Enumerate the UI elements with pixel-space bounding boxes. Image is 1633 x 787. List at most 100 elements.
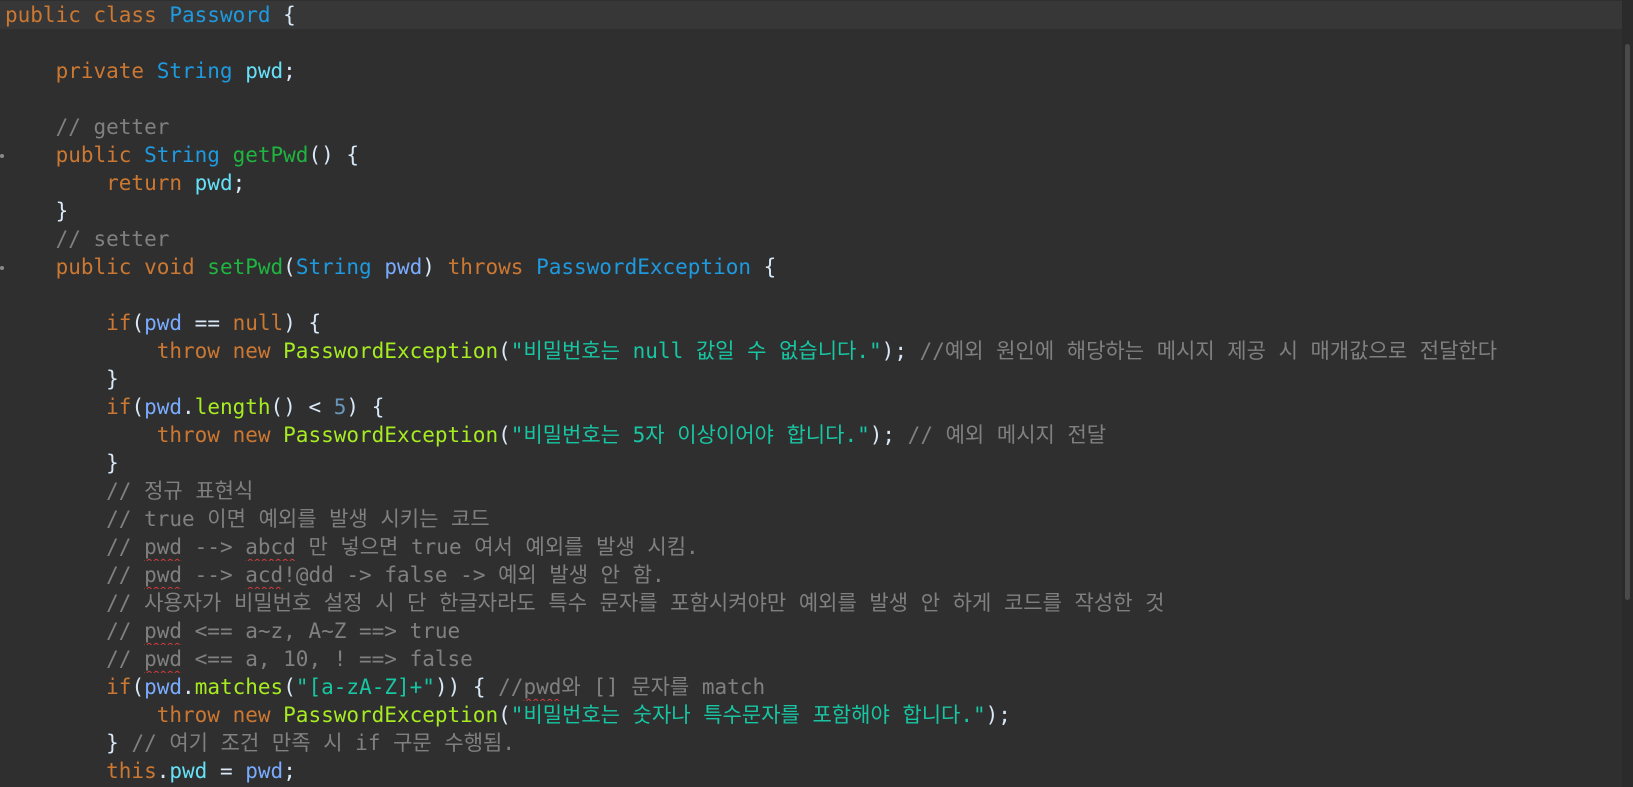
code-token: ): [422, 255, 448, 279]
code-token: 5: [333, 395, 347, 419]
code-token: "[a-zA-Z]+": [295, 675, 435, 699]
code-token: pwd: [144, 535, 183, 559]
code-area[interactable]: public class Password { private String p…: [0, 1, 1622, 785]
code-token: // setter: [5, 227, 170, 251]
code-token: <== a, 10, ! ==> false: [182, 647, 473, 671]
code-line[interactable]: // setter: [0, 225, 1622, 253]
code-token: () <: [270, 395, 334, 419]
code-token: throw new: [5, 703, 284, 727]
vertical-scrollbar[interactable]: [1622, 0, 1633, 787]
code-token: //: [5, 563, 145, 587]
code-line[interactable]: }: [0, 365, 1622, 393]
code-token: .: [182, 395, 195, 419]
code-token: if: [5, 311, 132, 335]
code-token: //: [5, 647, 145, 671]
code-line[interactable]: }: [0, 197, 1622, 225]
code-token: Password: [169, 3, 271, 27]
code-token: (: [131, 311, 145, 335]
code-token: "비밀번호는 숫자나 특수문자를 포함해야 합니다.": [510, 703, 986, 727]
code-token: pwd: [194, 171, 233, 195]
code-token: // 예외 메시지 전달: [907, 423, 1107, 447]
code-token: if: [5, 675, 132, 699]
code-token: //예외 원인에 해당하는 메시지 제공 시 매개값으로 전달한다: [919, 339, 1498, 363]
code-token: pwd: [245, 59, 284, 83]
code-token: "비밀번호는 null 값일 수 없습니다.": [510, 339, 882, 363]
code-token: (: [131, 675, 145, 699]
code-editor[interactable]: public class Password { private String p…: [0, 0, 1633, 787]
scrollbar-thumb[interactable]: [1625, 44, 1630, 600]
code-line[interactable]: [0, 29, 1622, 57]
code-line[interactable]: }: [0, 449, 1622, 477]
code-token: }: [5, 367, 119, 391]
code-line[interactable]: // 사용자가 비밀번호 설정 시 단 한글자라도 특수 문자를 포함시켜야만 …: [0, 589, 1622, 617]
code-token: (: [131, 395, 145, 419]
code-line[interactable]: this.pwd = pwd;: [0, 757, 1622, 785]
code-line[interactable]: // pwd --> abcd 만 넣으면 true 여서 예외를 발생 시킴.: [0, 533, 1622, 561]
code-token: ) {: [346, 395, 385, 419]
code-line[interactable]: public class Password {: [0, 1, 1622, 29]
code-line[interactable]: private String pwd;: [0, 57, 1622, 85]
code-token: // 정규 표현식: [5, 479, 254, 503]
code-token: private: [5, 59, 157, 83]
code-line[interactable]: if(pwd.length() < 5) {: [0, 393, 1622, 421]
code-line[interactable]: throw new PasswordException("비밀번호는 null …: [0, 337, 1622, 365]
code-token: setPwd: [207, 255, 284, 279]
code-line[interactable]: public void setPwd(String pwd) throws Pa…: [0, 253, 1622, 281]
code-line[interactable]: throw new PasswordException("비밀번호는 숫자나 특…: [0, 701, 1622, 729]
code-token: if: [5, 395, 132, 419]
code-token: (: [498, 423, 511, 447]
code-token: (: [498, 339, 511, 363]
code-line[interactable]: [0, 85, 1622, 113]
code-line[interactable]: return pwd;: [0, 169, 1622, 197]
code-token: );: [985, 703, 1011, 727]
code-line[interactable]: public String getPwd() {: [0, 141, 1622, 169]
code-token: String: [295, 255, 372, 279]
code-line[interactable]: // true 이면 예외를 발생 시키는 코드: [0, 505, 1622, 533]
code-line[interactable]: if(pwd == null) {: [0, 309, 1622, 337]
fold-marker-icon[interactable]: [0, 154, 4, 158]
code-line[interactable]: // 정규 표현식: [0, 477, 1622, 505]
code-line[interactable]: // pwd <== a, 10, ! ==> false: [0, 645, 1622, 673]
code-token: // 여기 조건 만족 시 if 구문 수행됨.: [131, 731, 515, 755]
code-token: ==: [182, 311, 233, 335]
code-line[interactable]: } // 여기 조건 만족 시 if 구문 수행됨.: [0, 729, 1622, 757]
fold-marker-icon[interactable]: [0, 266, 4, 270]
code-token: String: [156, 59, 233, 83]
code-token: return: [5, 171, 195, 195]
code-token: <== a~z, A~Z ==> true: [182, 619, 461, 643]
code-token: PasswordException: [536, 255, 752, 279]
code-token: )) {: [434, 675, 499, 699]
code-token: throw new: [5, 339, 284, 363]
code-token: throw new: [5, 423, 284, 447]
code-token: }: [5, 199, 69, 223]
code-line[interactable]: if(pwd.matches("[a-zA-Z]+")) { //pwd와 []…: [0, 673, 1622, 701]
code-token: // getter: [5, 115, 170, 139]
code-token: PasswordException: [283, 423, 499, 447]
code-token: pwd: [169, 759, 208, 783]
code-token: {: [270, 3, 296, 27]
code-token: throws: [447, 255, 537, 279]
code-token: (: [498, 703, 511, 727]
code-token: 만 넣으면 true 여서 예외를 발생 시킴.: [295, 535, 699, 559]
code-token: !@dd -> false -> 예외 발생 안 함.: [283, 563, 665, 587]
code-token: matches: [194, 675, 284, 699]
code-token: pwd: [384, 255, 423, 279]
code-token: ) {: [283, 311, 322, 335]
code-line[interactable]: [0, 281, 1622, 309]
code-token: (: [283, 675, 296, 699]
code-token: ;: [232, 171, 246, 195]
code-line[interactable]: // getter: [0, 113, 1622, 141]
code-token: pwd: [144, 647, 183, 671]
code-token: pwd: [144, 395, 183, 419]
code-token: pwd: [144, 563, 183, 587]
code-token: );: [869, 423, 908, 447]
code-token: }: [5, 731, 132, 755]
code-token: .: [156, 759, 170, 783]
code-line[interactable]: // pwd <== a~z, A~Z ==> true: [0, 617, 1622, 645]
code-line[interactable]: // pwd --> acd!@dd -> false -> 예외 발생 안 함…: [0, 561, 1622, 589]
code-token: {: [751, 255, 777, 279]
code-token: =: [207, 759, 246, 783]
code-line[interactable]: throw new PasswordException("비밀번호는 5자 이상…: [0, 421, 1622, 449]
code-token: // true 이면 예외를 발생 시키는 코드: [5, 507, 490, 531]
